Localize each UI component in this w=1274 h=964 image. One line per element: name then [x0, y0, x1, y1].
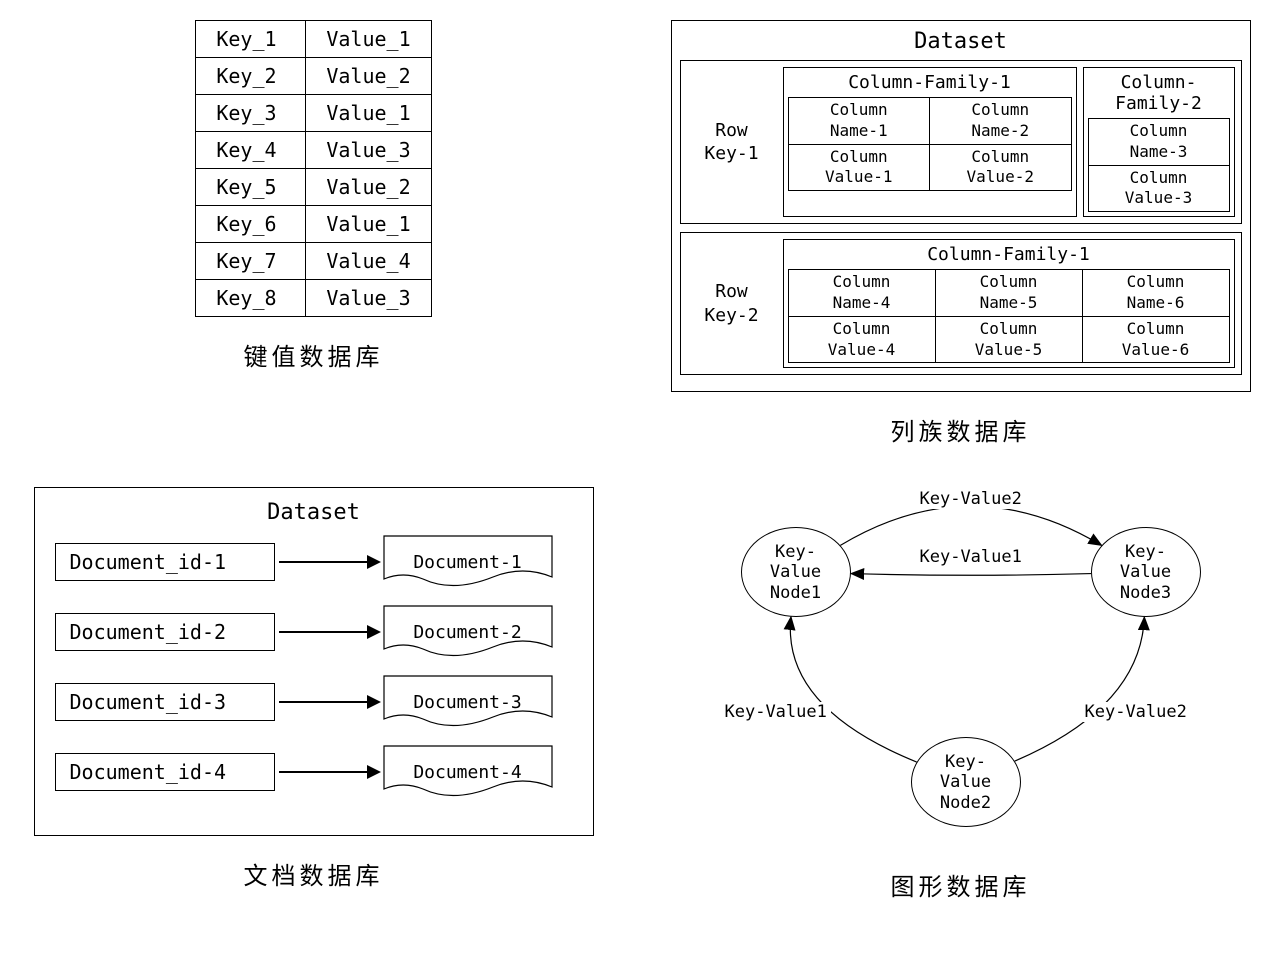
keyvalue-row: Key_4Value_3 [196, 132, 431, 169]
keyvalue-row: Key_5Value_2 [196, 169, 431, 206]
document-shape: Document-3 [383, 675, 553, 729]
document-id: Document_id-1 [55, 543, 275, 581]
keyvalue-value: Value_2 [306, 169, 431, 206]
document-row: Document_id-3 Document-3 [55, 675, 573, 729]
column-name: ColumnName-1 [788, 98, 930, 145]
graphdb-panel: Key-ValueNode1 Key-ValueNode2 Key-ValueNod… [667, 487, 1254, 902]
keyvalue-key: Key_2 [196, 58, 306, 95]
column-family: Column-Family-1 ColumnName-4ColumnName-5C… [783, 239, 1235, 368]
column-value: ColumnValue-3 [1088, 165, 1229, 212]
document-id: Document_id-2 [55, 613, 275, 651]
graph-edge [790, 617, 916, 762]
columnfamily-panel: Dataset RowKey-1 Column-Family-1 ColumnNam… [667, 20, 1254, 447]
graph-edge-label: Key-Value1 [721, 702, 831, 722]
keyvalue-value: Value_1 [306, 21, 431, 58]
columnfamily-row: RowKey-2Column-Family-1ColumnName-4Colum… [680, 232, 1242, 375]
columnfamily-title: Dataset [680, 29, 1242, 54]
graph-edge-label: Key-Value1 [916, 547, 1026, 567]
column-family: Column-Family-1 ColumnName-1ColumnName-2C… [783, 67, 1077, 217]
document-row: Document_id-2 Document-2 [55, 605, 573, 659]
graph-edge [1014, 617, 1144, 761]
keyvalue-row: Key_2Value_2 [196, 58, 431, 95]
keyvalue-key: Key_1 [196, 21, 306, 58]
document-shape: Document-2 [383, 605, 553, 659]
column-family-title: Column-Family-1 [788, 72, 1072, 93]
row-key: RowKey-2 [687, 239, 777, 368]
column-family-title: Column-Family-2 [1088, 72, 1230, 114]
keyvalue-key: Key_8 [196, 280, 306, 317]
keyvalue-value: Value_3 [306, 280, 431, 317]
document-id: Document_id-4 [55, 753, 275, 791]
graph-node: Key-ValueNode3 [1091, 527, 1201, 617]
keyvalue-value: Value_3 [306, 132, 431, 169]
document-shape: Document-1 [383, 535, 553, 589]
document-label: Document-4 [413, 762, 521, 783]
column-family-title: Column-Family-1 [788, 244, 1230, 265]
graphdb-caption: 图形数据库 [891, 867, 1031, 902]
arrow-icon [279, 771, 379, 773]
documentdb-title: Dataset [55, 500, 573, 525]
documentdb-caption: 文档数据库 [244, 856, 384, 891]
keyvalue-panel: Key_1Value_1Key_2Value_2Key_3Value_1Key_… [20, 20, 607, 447]
graph-edge [850, 574, 1090, 576]
column-value: ColumnValue-6 [1082, 316, 1229, 363]
column-family: Column-Family-2 ColumnName-3ColumnValue-3 [1083, 67, 1235, 217]
column-name: ColumnName-2 [930, 98, 1072, 145]
keyvalue-key: Key_5 [196, 169, 306, 206]
keyvalue-table: Key_1Value_1Key_2Value_2Key_3Value_1Key_… [195, 20, 431, 317]
keyvalue-row: Key_1Value_1 [196, 21, 431, 58]
column-name: ColumnName-6 [1082, 270, 1229, 317]
keyvalue-key: Key_7 [196, 243, 306, 280]
column-name: ColumnName-5 [935, 270, 1082, 317]
graph-edge [840, 507, 1101, 546]
arrow-icon [279, 561, 379, 563]
document-shape: Document-4 [383, 745, 553, 799]
column-value: ColumnValue-4 [788, 316, 935, 363]
graph-node: Key-ValueNode1 [741, 527, 851, 617]
keyvalue-key: Key_6 [196, 206, 306, 243]
keyvalue-row: Key_3Value_1 [196, 95, 431, 132]
document-row: Document_id-4 Document-4 [55, 745, 573, 799]
column-name: ColumnName-4 [788, 270, 935, 317]
arrow-icon [279, 631, 379, 633]
column-name: ColumnName-3 [1088, 119, 1229, 166]
document-id: Document_id-3 [55, 683, 275, 721]
keyvalue-row: Key_7Value_4 [196, 243, 431, 280]
column-value: ColumnValue-1 [788, 144, 930, 191]
column-value: ColumnValue-2 [930, 144, 1072, 191]
columnfamily-dataset: Dataset RowKey-1 Column-Family-1 ColumnNam… [671, 20, 1251, 392]
graphdb-area: Key-ValueNode1 Key-ValueNode2 Key-ValueNod… [681, 487, 1241, 847]
keyvalue-row: Key_6Value_1 [196, 206, 431, 243]
document-label: Document-1 [413, 552, 521, 573]
document-label: Document-3 [413, 692, 521, 713]
column-value: ColumnValue-5 [935, 316, 1082, 363]
row-key: RowKey-1 [687, 67, 777, 217]
keyvalue-value: Value_4 [306, 243, 431, 280]
graph-edge-label: Key-Value2 [1081, 702, 1191, 722]
keyvalue-value: Value_2 [306, 58, 431, 95]
columnfamily-row: RowKey-1Column-Family-1ColumnName-1Colum… [680, 60, 1242, 224]
document-label: Document-2 [413, 622, 521, 643]
keyvalue-caption: 键值数据库 [244, 337, 384, 372]
graph-node: Key-ValueNode2 [911, 737, 1021, 827]
keyvalue-key: Key_3 [196, 95, 306, 132]
graph-edge-label: Key-Value2 [916, 489, 1026, 509]
keyvalue-key: Key_4 [196, 132, 306, 169]
arrow-icon [279, 701, 379, 703]
keyvalue-row: Key_8Value_3 [196, 280, 431, 317]
documentdb-panel: Dataset Document_id-1Document-1Document_… [20, 487, 607, 902]
keyvalue-value: Value_1 [306, 95, 431, 132]
keyvalue-value: Value_1 [306, 206, 431, 243]
document-row: Document_id-1 Document-1 [55, 535, 573, 589]
documentdb-dataset: Dataset Document_id-1Document-1Document_… [34, 487, 594, 836]
columnfamily-caption: 列族数据库 [891, 412, 1031, 447]
